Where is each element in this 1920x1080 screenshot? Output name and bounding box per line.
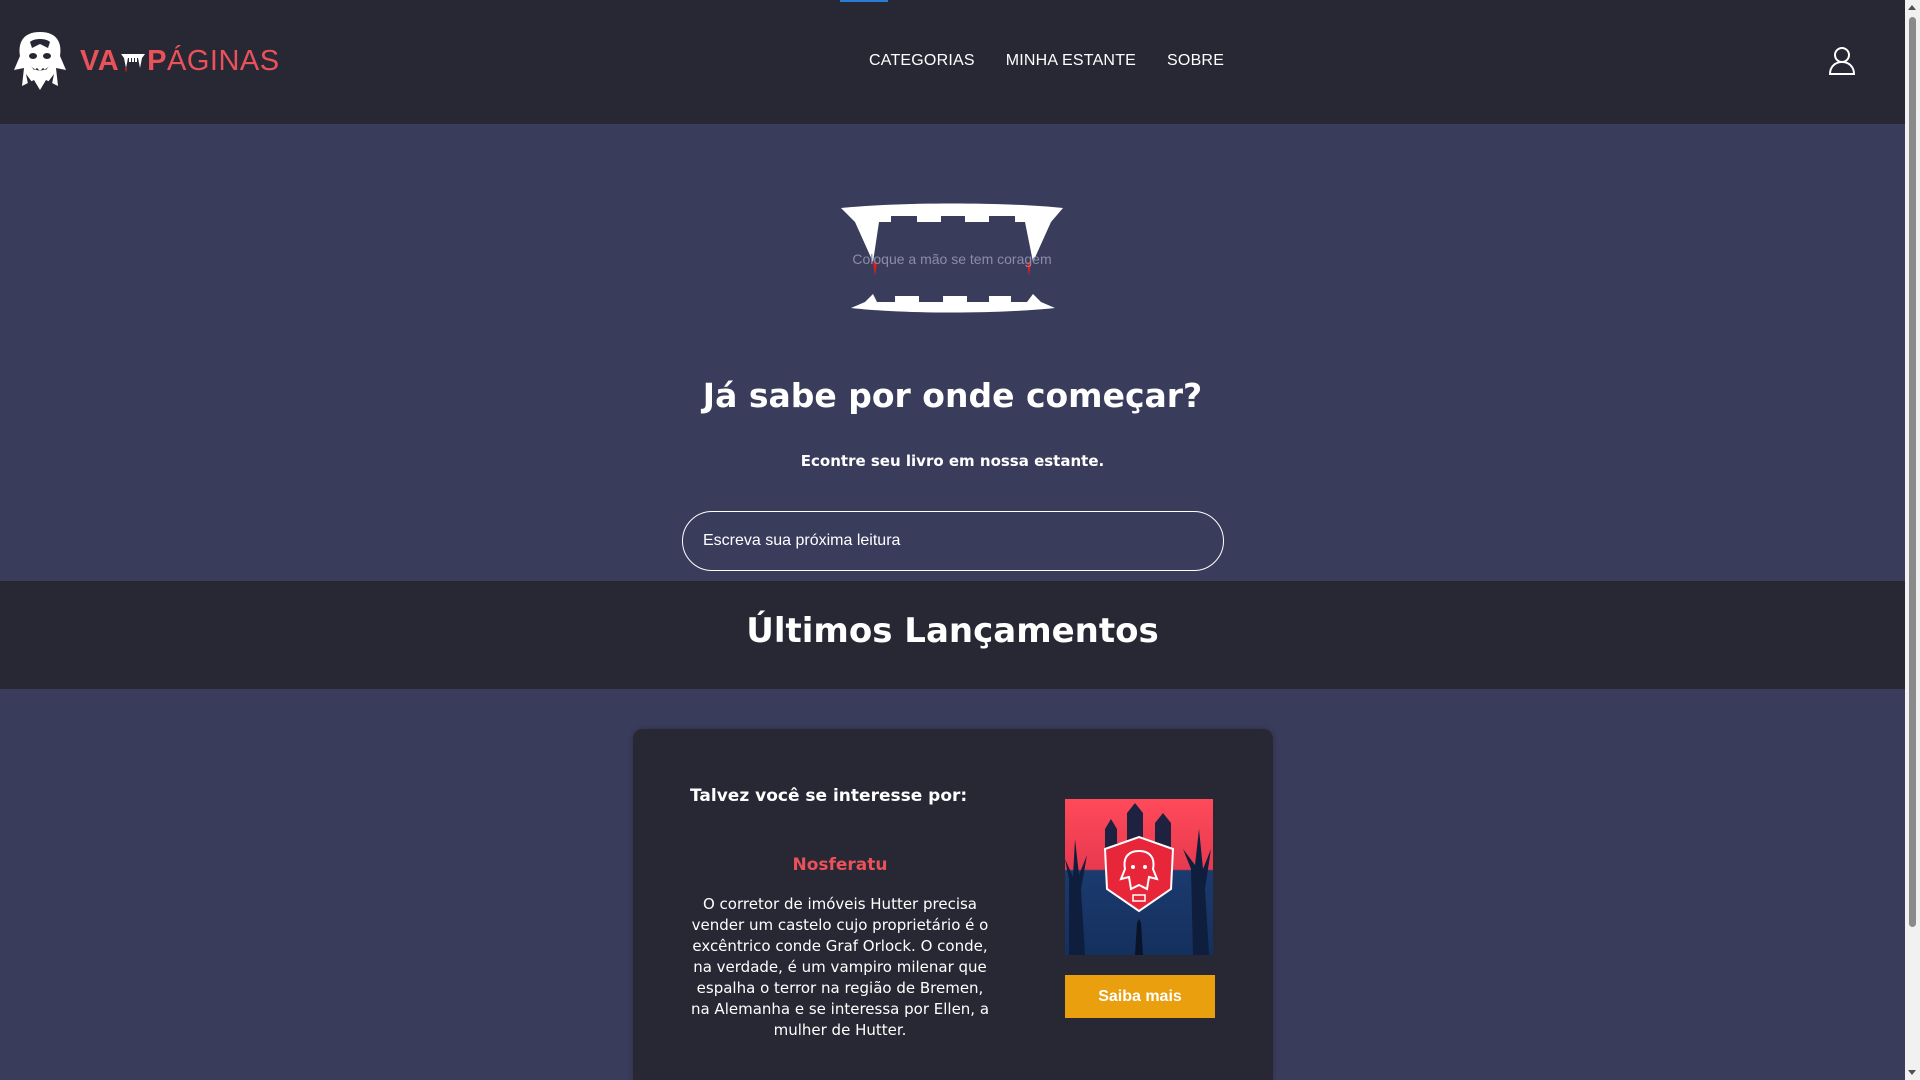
- saiba-mais-button[interactable]: Saiba mais: [1065, 975, 1215, 1018]
- scroll-down-icon[interactable]: [1908, 1070, 1916, 1075]
- scrollbar-thumb[interactable]: [1909, 17, 1916, 927]
- scroll-up-icon[interactable]: [1908, 5, 1916, 10]
- hero-title: Já sabe por onde começar?: [702, 376, 1203, 415]
- recommendation-card: Talvez você se interesse por: Nosferatu …: [633, 729, 1273, 1080]
- card-heading: Talvez você se interesse por:: [690, 786, 968, 806]
- releases-section: Últimos Lançamentos: [0, 581, 1905, 689]
- fangs-captcha[interactable]: Coloque a mão se tem coragem: [839, 200, 1065, 320]
- site-header: VA P ÁGINAS CATEGORIAS MINHA ESTANTE SOBR…: [0, 0, 1905, 124]
- vampire-icon: [14, 32, 66, 90]
- brand-letter-p: P: [147, 44, 167, 77]
- hero-subtitle: Econtre seu livro em nossa estante.: [800, 452, 1105, 470]
- fangs-icon: [121, 54, 146, 73]
- brand-name: VA P ÁGINAS: [80, 45, 280, 78]
- main-nav: CATEGORIAS MINHA ESTANTE SOBRE: [869, 52, 1255, 70]
- nav-categorias[interactable]: CATEGORIAS: [869, 52, 975, 70]
- book-description: O corretor de imóveis Hutter precisa ven…: [690, 895, 990, 1039]
- brand-prefix: VA: [80, 44, 120, 77]
- search-input[interactable]: [682, 511, 1224, 571]
- page-scrollbar[interactable]: [1905, 0, 1920, 1080]
- site-logo[interactable]: VA P ÁGINAS: [12, 30, 280, 92]
- brand-suffix: ÁGINAS: [166, 44, 280, 77]
- loading-indicator: [840, 0, 888, 2]
- captcha-text: Coloque a mão se tem coragem: [852, 251, 1052, 267]
- book-cover-image[interactable]: [1065, 799, 1213, 955]
- releases-title: Últimos Lançamentos: [746, 611, 1159, 651]
- user-icon[interactable]: [1828, 46, 1856, 76]
- nav-sobre[interactable]: SOBRE: [1167, 52, 1224, 70]
- book-title[interactable]: Nosferatu: [690, 855, 990, 875]
- nav-minha-estante[interactable]: MINHA ESTANTE: [1006, 52, 1136, 70]
